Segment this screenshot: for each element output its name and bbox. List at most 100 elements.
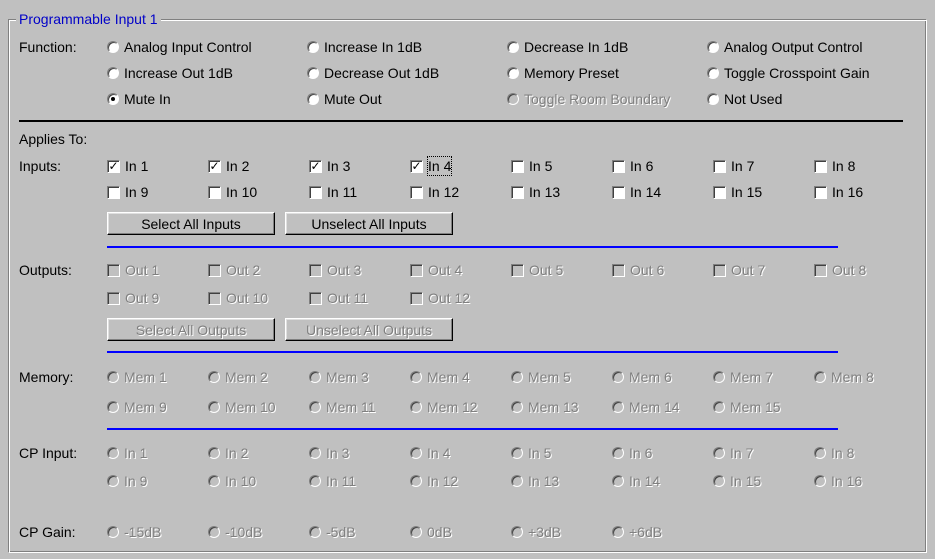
function-option-analog-output-control[interactable]: Analog Output Control [707,38,863,56]
checkbox-indicator[interactable] [410,185,423,199]
cp-gain-radio-6db[interactable]: +6dB [612,523,662,541]
output-checkbox-out-5[interactable]: Out 5 [511,261,563,279]
radio-indicator[interactable] [107,526,119,538]
radio-indicator[interactable] [208,401,220,413]
cp-gain-radio-0db[interactable]: 0dB [410,523,452,541]
radio-indicator[interactable] [410,401,422,413]
cp-input-radio-in-13[interactable]: In 13 [511,472,559,490]
function-option-mute-in[interactable]: Mute In [107,90,171,108]
checkbox-indicator[interactable]: ✓ [208,159,221,173]
function-option-increase-out-1db[interactable]: Increase Out 1dB [107,64,233,82]
cp-input-radio-in-7[interactable]: In 7 [713,444,753,462]
radio-indicator[interactable] [208,371,220,383]
radio-indicator[interactable] [107,475,119,487]
checkbox-indicator[interactable] [612,159,625,173]
radio-indicator[interactable] [309,526,321,538]
cp-input-radio-in-9[interactable]: In 9 [107,472,147,490]
radio-indicator[interactable] [814,475,826,487]
radio-indicator[interactable] [208,447,220,459]
checkbox-indicator[interactable] [107,185,120,199]
output-checkbox-out-12[interactable]: Out 12 [410,289,470,307]
radio-indicator[interactable] [208,526,220,538]
checkbox-indicator[interactable] [511,159,524,173]
cp-gain-radio-5db[interactable]: -5dB [309,523,356,541]
unselect-all-inputs-button[interactable]: Unselect All Inputs [285,212,453,235]
output-checkbox-out-9[interactable]: Out 9 [107,289,159,307]
memory-radio-mem-15[interactable]: Mem 15 [713,398,781,416]
cp-input-radio-in-15[interactable]: In 15 [713,472,761,490]
memory-radio-mem-1[interactable]: Mem 1 [107,368,167,386]
radio-indicator[interactable] [713,447,725,459]
radio-indicator[interactable] [713,475,725,487]
function-option-toggle-crosspoint-gain[interactable]: Toggle Crosspoint Gain [707,64,870,82]
radio-indicator[interactable] [309,371,321,383]
output-checkbox-out-6[interactable]: Out 6 [612,261,664,279]
radio-indicator[interactable] [612,371,624,383]
function-option-memory-preset[interactable]: Memory Preset [507,64,619,82]
radio-indicator[interactable] [307,93,319,105]
cp-gain-radio-10db[interactable]: -10dB [208,523,262,541]
checkbox-indicator[interactable] [713,185,726,199]
function-option-analog-input-control[interactable]: Analog Input Control [107,38,252,56]
memory-radio-mem-14[interactable]: Mem 14 [612,398,680,416]
checkbox-indicator[interactable] [612,185,625,199]
checkbox-indicator[interactable] [511,263,524,277]
checkbox-indicator[interactable] [814,263,827,277]
radio-indicator[interactable] [507,67,519,79]
output-checkbox-out-10[interactable]: Out 10 [208,289,268,307]
radio-indicator[interactable] [511,371,523,383]
cp-input-radio-in-8[interactable]: In 8 [814,444,854,462]
radio-indicator[interactable] [511,447,523,459]
function-option-increase-in-1db[interactable]: Increase In 1dB [307,38,422,56]
memory-radio-mem-7[interactable]: Mem 7 [713,368,773,386]
radio-indicator[interactable] [814,371,826,383]
cp-input-radio-in-11[interactable]: In 11 [309,472,356,490]
checkbox-indicator[interactable] [107,291,120,305]
checkbox-indicator[interactable] [309,291,322,305]
radio-indicator[interactable] [107,401,119,413]
function-option-not-used[interactable]: Not Used [707,90,782,108]
radio-indicator[interactable] [713,401,725,413]
checkbox-indicator[interactable] [208,185,221,199]
input-checkbox-in-5[interactable]: In 5 [511,157,552,175]
output-checkbox-out-11[interactable]: Out 11 [309,289,368,307]
input-checkbox-in-11[interactable]: In 11 [309,183,357,201]
unselect-all-outputs-button[interactable]: Unselect All Outputs [285,318,453,341]
input-checkbox-in-16[interactable]: In 16 [814,183,863,201]
input-checkbox-in-8[interactable]: In 8 [814,157,855,175]
memory-radio-mem-11[interactable]: Mem 11 [309,398,376,416]
cp-input-radio-in-10[interactable]: In 10 [208,472,256,490]
input-checkbox-in-10[interactable]: In 10 [208,183,257,201]
radio-indicator[interactable] [107,447,119,459]
select-all-inputs-button[interactable]: Select All Inputs [107,212,275,235]
radio-indicator[interactable] [612,475,624,487]
input-checkbox-in-1[interactable]: ✓ In 1 [107,157,148,175]
memory-radio-mem-12[interactable]: Mem 12 [410,398,478,416]
radio-indicator[interactable] [307,41,319,53]
input-checkbox-in-6[interactable]: In 6 [612,157,653,175]
cp-input-radio-in-16[interactable]: In 16 [814,472,862,490]
checkbox-indicator[interactable] [309,263,322,277]
checkbox-indicator[interactable]: ✓ [107,159,120,173]
radio-indicator[interactable] [612,401,624,413]
cp-input-radio-in-1[interactable]: In 1 [107,444,147,462]
function-option-toggle-room-boundary[interactable]: Toggle Room Boundary [507,90,670,108]
cp-input-radio-in-14[interactable]: In 14 [612,472,660,490]
radio-indicator[interactable] [307,67,319,79]
checkbox-indicator[interactable] [612,263,625,277]
checkbox-indicator[interactable] [713,263,726,277]
checkbox-indicator[interactable] [309,185,322,199]
radio-indicator[interactable] [208,475,220,487]
cp-input-radio-in-3[interactable]: In 3 [309,444,349,462]
checkbox-indicator[interactable]: ✓ [410,159,423,173]
cp-gain-radio-15db[interactable]: -15dB [107,523,161,541]
checkbox-indicator[interactable] [713,159,726,173]
cp-input-radio-in-12[interactable]: In 12 [410,472,458,490]
checkbox-indicator[interactable] [410,291,423,305]
checkbox-indicator[interactable] [814,185,827,199]
memory-radio-mem-4[interactable]: Mem 4 [410,368,470,386]
checkbox-indicator[interactable] [511,185,524,199]
input-checkbox-in-15[interactable]: In 15 [713,183,762,201]
function-option-decrease-out-1db[interactable]: Decrease Out 1dB [307,64,439,82]
radio-indicator[interactable] [107,67,119,79]
